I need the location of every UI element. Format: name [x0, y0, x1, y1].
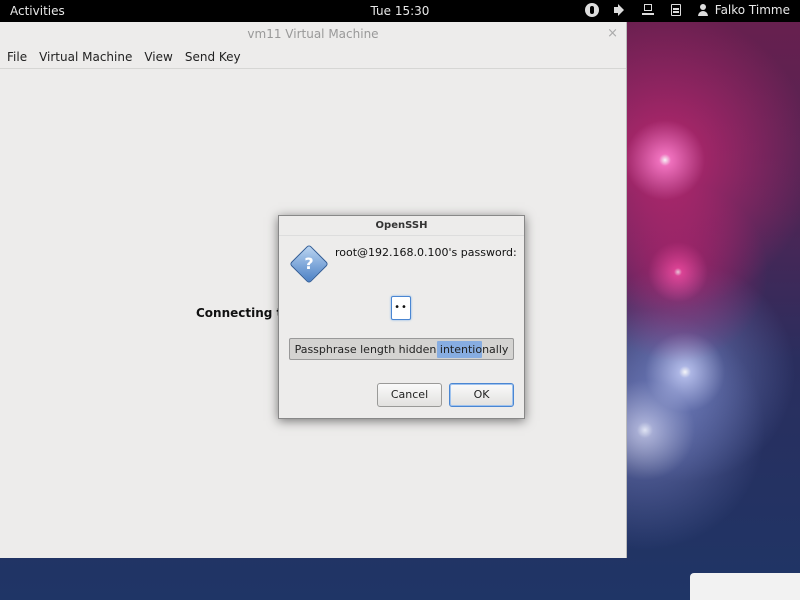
menu-virtual-machine[interactable]: Virtual Machine [38, 46, 137, 68]
dialog-title: OpenSSH [279, 216, 524, 236]
menu-view[interactable]: View [143, 46, 177, 68]
connecting-status: Connecting to [196, 306, 291, 320]
accessibility-icon[interactable] [584, 3, 599, 17]
passphrase-hint-text: Passphrase length hidden intentionally [294, 343, 509, 356]
system-tray: Falko Timme [584, 3, 790, 17]
menu-bar: File Virtual Machine View Send Key [0, 46, 626, 69]
openssh-dialog: OpenSSH ? root@192.168.0.100's password:… [278, 215, 525, 419]
clipboard-icon[interactable] [669, 3, 683, 17]
vm-window-title: vm11 Virtual Machine [247, 27, 379, 41]
user-menu[interactable]: Falko Timme [697, 3, 790, 17]
top-bar: Activities Tue 15:30 Falko Timme [0, 0, 800, 22]
volume-icon[interactable] [613, 3, 627, 17]
menu-file[interactable]: File [6, 46, 32, 68]
notification-panel [690, 573, 800, 600]
network-icon[interactable] [641, 3, 655, 17]
vm-titlebar[interactable]: vm11 Virtual Machine × [0, 22, 626, 46]
clock[interactable]: Tue 15:30 [371, 4, 430, 18]
password-input[interactable]: •• [391, 296, 411, 320]
activities-button[interactable]: Activities [10, 4, 65, 18]
user-name: Falko Timme [714, 3, 790, 17]
passphrase-hint: Passphrase length hidden intentionally [289, 338, 514, 360]
ok-button[interactable]: OK [449, 383, 514, 407]
user-icon [697, 4, 709, 16]
question-icon: ? [289, 244, 329, 284]
cancel-button[interactable]: Cancel [377, 383, 442, 407]
password-prompt: root@192.168.0.100's password: [335, 246, 517, 259]
close-icon[interactable]: × [607, 22, 618, 46]
menu-send-key[interactable]: Send Key [184, 46, 246, 68]
